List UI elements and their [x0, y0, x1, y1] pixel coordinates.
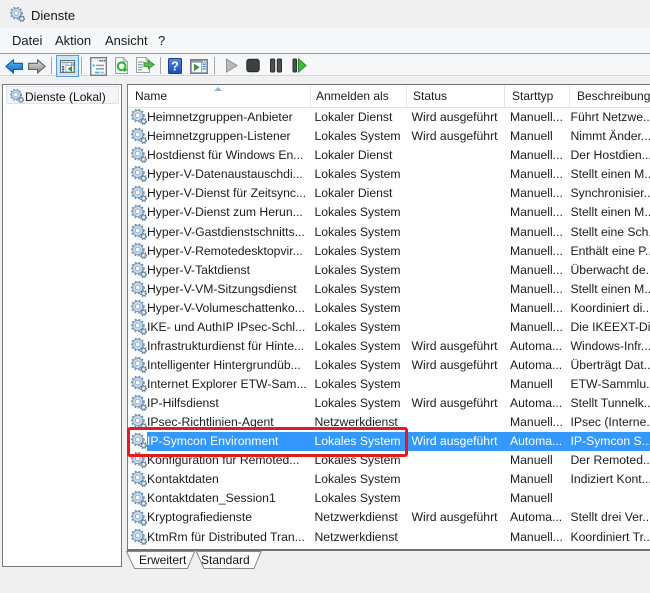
svg-text:?: ?	[171, 59, 179, 73]
